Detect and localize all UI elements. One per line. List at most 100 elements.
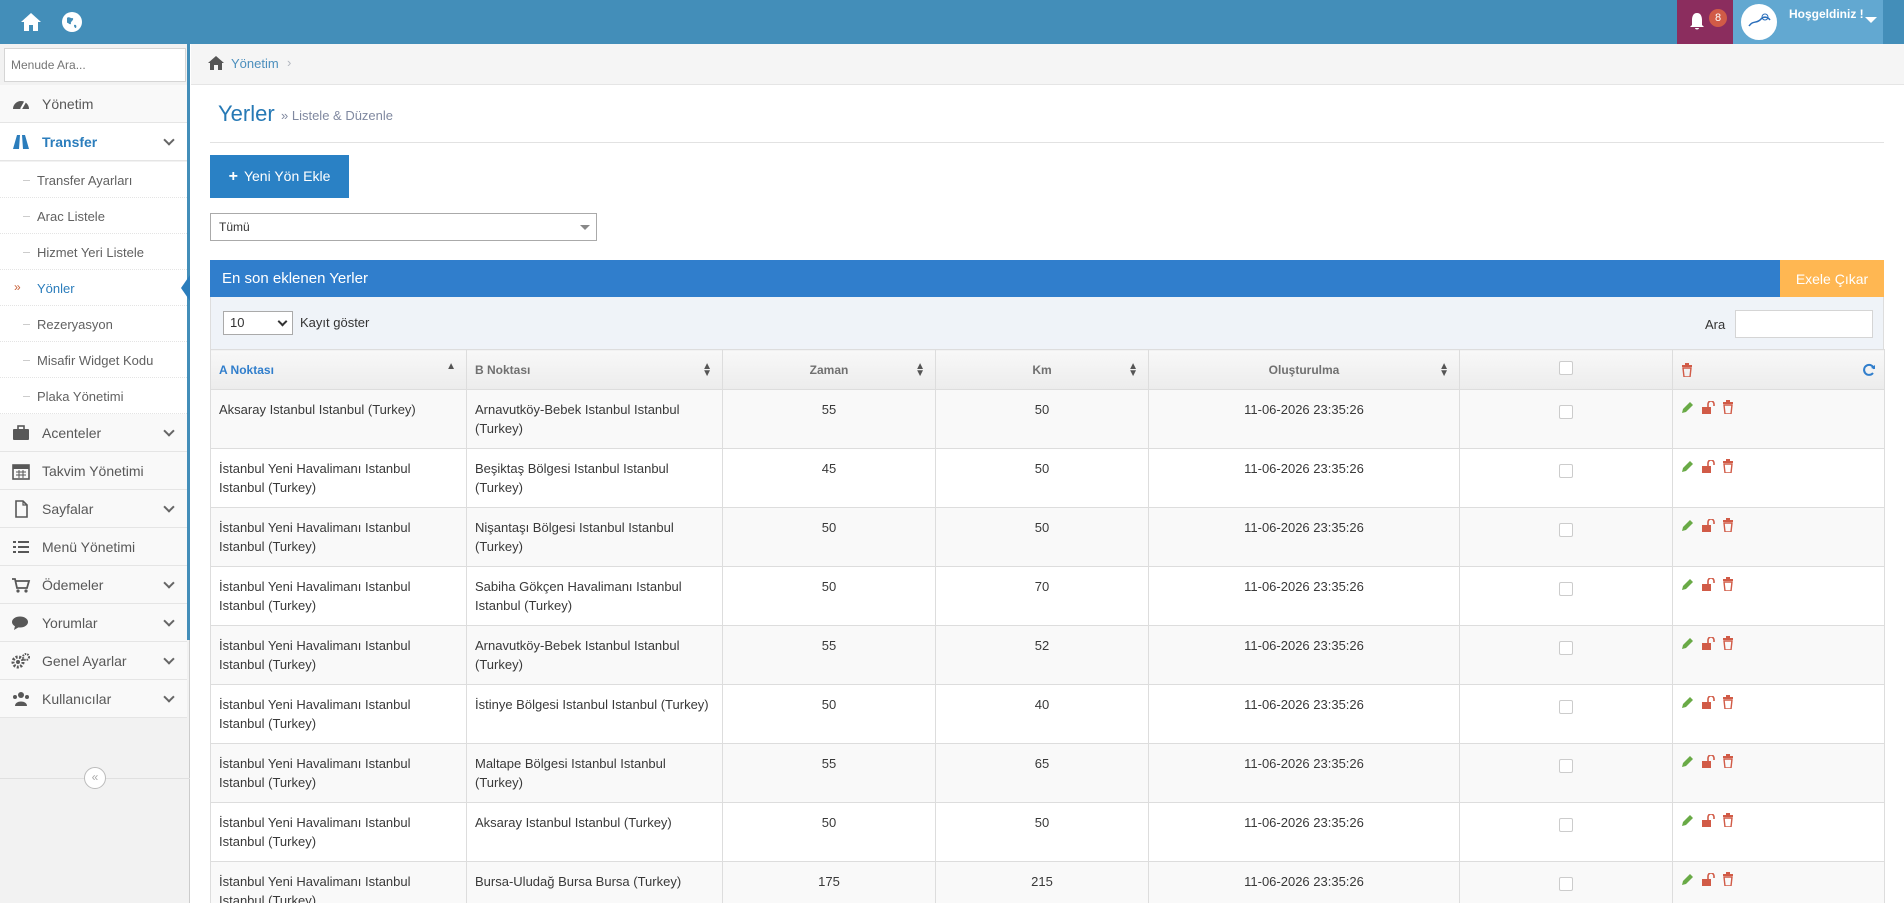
cell-actions (1672, 743, 1885, 803)
sidebar-subitem-label: Rezeryasyon (37, 317, 113, 332)
pencil-icon[interactable] (1681, 578, 1694, 591)
sidebar-item-yorumlar[interactable]: Yorumlar (0, 604, 187, 642)
cell-select (1459, 566, 1673, 626)
column-header-b-noktasi[interactable]: B Noktası ▲ ▼ (466, 349, 723, 390)
breadcrumb-home-link[interactable]: Yönetim (231, 56, 279, 71)
refresh-icon[interactable] (1862, 363, 1876, 377)
pencil-icon[interactable] (1681, 814, 1694, 827)
row-checkbox[interactable] (1559, 877, 1573, 891)
sidebar-subitem-hizmet-yeri[interactable]: Hizmet Yeri Listele (0, 234, 187, 270)
sidebar-item-genel-ayarlar[interactable]: Genel Ayarlar (0, 642, 187, 680)
unlock-icon[interactable] (1701, 400, 1715, 414)
unlock-icon[interactable] (1701, 754, 1715, 768)
pencil-icon[interactable] (1681, 401, 1694, 414)
active-item-marker (181, 275, 190, 301)
sort-icon: ▲ ▼ (1128, 361, 1138, 379)
notifications-button[interactable]: 8 (1677, 0, 1733, 44)
column-header-zaman[interactable]: Zaman ▲ ▼ (722, 349, 936, 390)
trash-icon[interactable] (1722, 636, 1734, 650)
pencil-icon[interactable] (1681, 460, 1694, 473)
sidebar-subitem-label: Hizmet Yeri Listele (37, 245, 144, 260)
select-all-checkbox[interactable] (1559, 361, 1573, 375)
trash-icon[interactable] (1722, 518, 1734, 532)
sidebar-item-takvim[interactable]: Takvim Yönetimi (0, 452, 187, 490)
unlock-icon[interactable] (1701, 695, 1715, 709)
row-checkbox[interactable] (1559, 700, 1573, 714)
pencil-icon[interactable] (1681, 696, 1694, 709)
add-direction-button[interactable]: + Yeni Yön Ekle (210, 155, 349, 198)
chevron-down-icon (163, 653, 175, 665)
row-checkbox[interactable] (1559, 818, 1573, 832)
sidebar-item-label: Kullanıcılar (42, 691, 112, 707)
unlock-icon[interactable] (1701, 872, 1715, 886)
sidebar-item-odemeler[interactable]: Ödemeler (0, 566, 187, 604)
sidebar-subitem-misafir-widget[interactable]: Misafir Widget Kodu (0, 342, 187, 378)
sidebar-subitem-label: Arac Listele (37, 209, 105, 224)
cell-b-noktasi: Arnavutköy-Bebek Istanbul Istanbul (Turk… (466, 625, 723, 685)
column-header-a-noktasi[interactable]: A Noktası ▲ (210, 349, 467, 390)
pencil-icon[interactable] (1681, 637, 1694, 650)
widget-header: En son eklenen Yerler (210, 260, 1780, 297)
unlock-icon[interactable] (1701, 459, 1715, 473)
pencil-icon[interactable] (1681, 519, 1694, 532)
sidebar-subitem-arac-listele[interactable]: Arac Listele (0, 198, 187, 234)
unlock-icon[interactable] (1701, 813, 1715, 827)
cell-actions (1672, 507, 1885, 567)
trash-icon[interactable] (1722, 695, 1734, 709)
sidebar-item-label: Yorumlar (42, 615, 98, 631)
trash-icon[interactable] (1722, 813, 1734, 827)
pencil-icon[interactable] (1681, 755, 1694, 768)
unlock-icon[interactable] (1701, 518, 1715, 532)
sidebar-item-kullanicilar[interactable]: Kullanıcılar (0, 680, 187, 718)
table-search-input[interactable] (1735, 310, 1873, 338)
sidebar-item-label: Acenteler (42, 425, 102, 441)
sidebar-subitem-yonler[interactable]: » Yönler (0, 270, 187, 306)
bell-icon (1690, 13, 1704, 30)
trash-icon[interactable] (1722, 400, 1734, 414)
cell-a-noktasi: İstanbul Yeni Havalimanı Istanbul Istanb… (210, 448, 467, 508)
sidebar-scrollbar[interactable] (187, 44, 190, 640)
globe-icon[interactable] (59, 9, 85, 35)
sidebar-item-menu-yonetimi[interactable]: Menü Yönetimi (0, 528, 187, 566)
pencil-icon[interactable] (1681, 873, 1694, 886)
unlock-icon[interactable] (1701, 577, 1715, 591)
user-menu[interactable]: Hoşgeldiniz ! (1733, 0, 1883, 44)
sidebar-subitem-plaka[interactable]: Plaka Yönetimi (0, 378, 187, 414)
row-checkbox[interactable] (1559, 523, 1573, 537)
row-checkbox[interactable] (1559, 759, 1573, 773)
unlock-icon[interactable] (1701, 636, 1715, 650)
places-table: A Noktası ▲ B Noktası ▲ ▼ Zaman ▲ ▼ Km ▲ ▼ … (210, 349, 1885, 903)
sidebar-collapse-button[interactable]: « (84, 767, 106, 789)
column-header-km[interactable]: Km ▲ ▼ (935, 349, 1149, 390)
sidebar-subitem-transfer-ayarlari[interactable]: Transfer Ayarları (0, 162, 187, 198)
sidebar-item-label: Takvim Yönetimi (42, 463, 144, 479)
column-header-olusturulma[interactable]: Oluşturulma ▲ ▼ (1148, 349, 1460, 390)
file-icon (15, 500, 28, 518)
sort-icon: ▲ ▼ (915, 361, 925, 379)
sidebar-item-sayfalar[interactable]: Sayfalar (0, 490, 187, 528)
export-excel-button[interactable]: Exele Çıkar (1780, 260, 1884, 297)
trash-icon[interactable] (1722, 577, 1734, 591)
home-icon[interactable] (18, 9, 44, 35)
trash-icon[interactable] (1722, 872, 1734, 886)
shopping-cart-icon (12, 578, 31, 593)
sidebar-item-acenteler[interactable]: Acenteler (0, 414, 187, 452)
page-length-select[interactable]: 10 (223, 311, 293, 335)
row-checkbox[interactable] (1559, 405, 1573, 419)
row-checkbox[interactable] (1559, 464, 1573, 478)
row-checkbox[interactable] (1559, 582, 1573, 596)
sidebar-item-transfer[interactable]: Transfer (0, 123, 187, 161)
sidebar-subitem-rezervasyon[interactable]: Rezeryasyon (0, 306, 187, 342)
filter-select[interactable]: Tümü (210, 213, 597, 241)
cell-zaman: 45 (722, 448, 936, 508)
row-checkbox[interactable] (1559, 641, 1573, 655)
trash-icon[interactable] (1681, 363, 1693, 377)
trash-icon[interactable] (1722, 459, 1734, 473)
sidebar-item-label: Transfer (42, 134, 98, 150)
trash-icon[interactable] (1722, 754, 1734, 768)
cell-b-noktasi: Aksaray Istanbul Istanbul (Turkey) (466, 802, 723, 862)
menu-search-input[interactable] (4, 48, 186, 82)
table-toolbar: 10 Kayıt göster Ara (210, 297, 1884, 349)
comments-icon (12, 616, 28, 630)
sidebar-item-yonetim[interactable]: Yönetim (0, 85, 187, 123)
